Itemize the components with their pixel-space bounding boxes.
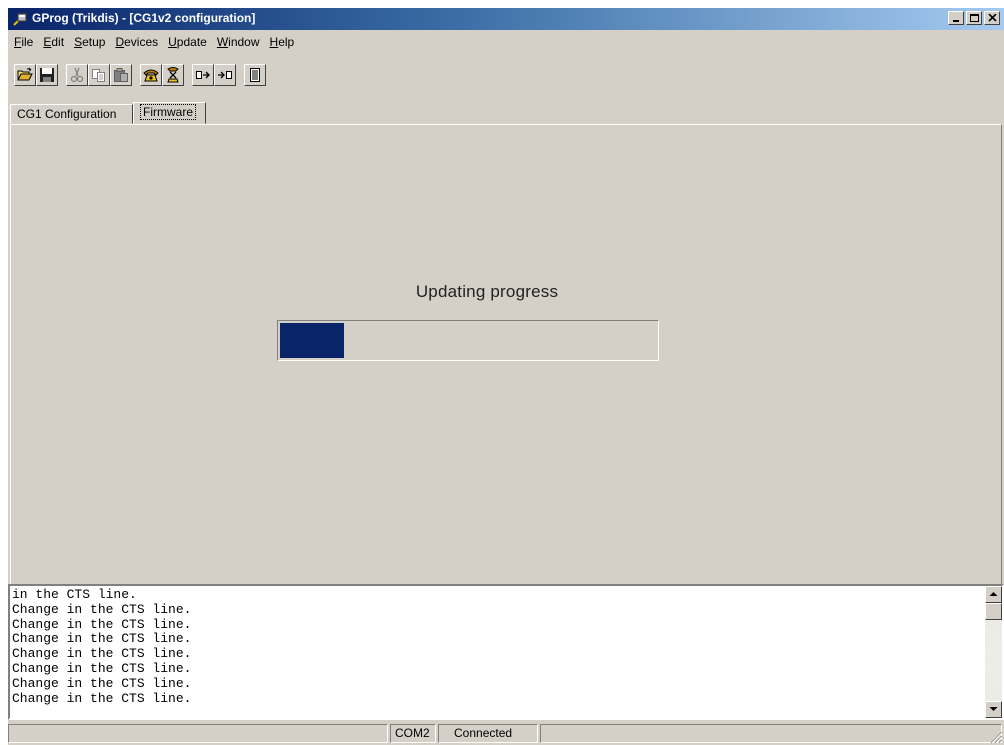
progress-fill: [280, 323, 344, 358]
log-line: Change in the CTS line.: [12, 646, 192, 662]
log-line: Change in the CTS line.: [12, 690, 192, 706]
status-connection: Connected: [438, 724, 538, 743]
tab-label: CG1 Configuration: [17, 107, 117, 121]
read-device-icon: [196, 71, 210, 79]
scroll-down-button[interactable]: [985, 701, 1002, 718]
save-icon: [40, 68, 54, 82]
tab-firmware[interactable]: Firmware: [133, 102, 206, 124]
log-line: Change in the CTS line.: [12, 675, 192, 691]
menu-label-rest: pdate: [176, 35, 207, 49]
log-line: in the CTS line.: [12, 588, 137, 602]
disconnect-button[interactable]: [162, 64, 184, 86]
menu-label-rest: etup: [82, 35, 106, 49]
progress-label: Updating progress: [415, 282, 559, 301]
status-pane-extra: [540, 724, 1002, 743]
log-lines: in the CTS line. Change in the CTS line. C…: [12, 588, 982, 718]
status-pane-main: [8, 724, 388, 743]
menu-label-rest: elp: [278, 35, 295, 49]
read-device-button[interactable]: [192, 64, 214, 86]
maximize-button[interactable]: [966, 11, 982, 25]
tab-cg1-configuration[interactable]: CG1 Configuration: [10, 104, 133, 124]
menu-devices[interactable]: Devices: [110, 32, 163, 52]
app-window: GProg (Trikdis) - [CG1v2 configuration] …: [8, 8, 1004, 745]
save-button[interactable]: [36, 64, 58, 86]
cut-icon: [70, 67, 84, 83]
menu-update[interactable]: Update: [163, 32, 212, 52]
arrow-up-icon: [989, 592, 998, 596]
cut-button[interactable]: [66, 64, 88, 86]
menu-accel: H: [269, 35, 279, 49]
open-folder-icon: [17, 67, 33, 81]
status-bar: COM2 Connected: [8, 722, 1004, 745]
write-device-icon: [218, 71, 232, 79]
firmware-page: Updating progress: [10, 124, 1002, 585]
connect-phone-icon: [143, 69, 159, 82]
menu-window[interactable]: Window: [212, 32, 265, 52]
resize-grip-icon[interactable]: [989, 730, 1003, 744]
menu-file[interactable]: File: [8, 32, 38, 52]
window-title: GProg (Trikdis) - [CG1v2 configuration]: [32, 11, 256, 25]
paste-button[interactable]: [110, 64, 132, 86]
minimize-icon: [953, 20, 959, 22]
log-line: Change in the CTS line.: [12, 601, 192, 617]
close-icon: [988, 14, 997, 22]
log-icon: [250, 68, 260, 82]
menu-label-rest: ile: [21, 35, 34, 49]
menu-label-rest: dit: [51, 35, 65, 49]
scroll-thumb[interactable]: [985, 603, 1002, 620]
log-line: Change in the CTS line.: [12, 660, 192, 676]
menu-label-rest: indow: [228, 35, 260, 49]
menu-accel: S: [74, 35, 83, 49]
log-line: Change in the CTS line.: [12, 631, 192, 647]
minimize-button[interactable]: [948, 11, 964, 25]
maximize-icon: [970, 14, 979, 22]
log-scrollbar[interactable]: [985, 586, 1002, 718]
disconnect-icon: [167, 67, 179, 83]
progress-bar: [277, 320, 659, 361]
write-device-button[interactable]: [214, 64, 236, 86]
tab-label: Firmware: [140, 104, 196, 120]
connect-button[interactable]: [140, 64, 162, 86]
status-port: COM2: [390, 724, 436, 743]
close-button[interactable]: [984, 11, 1000, 25]
scroll-up-button[interactable]: [985, 586, 1002, 603]
tab-strip: CG1 Configuration Firmware: [8, 102, 1004, 124]
app-icon: [13, 12, 27, 26]
copy-button[interactable]: [88, 64, 110, 86]
arrow-down-icon: [989, 707, 998, 711]
menu-setup[interactable]: Setup: [69, 32, 110, 52]
menu-accel: U: [168, 35, 177, 49]
menu-label-rest: evices: [124, 35, 159, 49]
log-textarea[interactable]: in the CTS line. Change in the CTS line. C…: [8, 584, 1004, 720]
menu-help[interactable]: Help: [265, 32, 300, 52]
log-line: Change in the CTS line.: [12, 616, 192, 632]
copy-icon: [92, 69, 105, 82]
open-button[interactable]: [14, 64, 36, 86]
title-bar[interactable]: GProg (Trikdis) - [CG1v2 configuration]: [8, 8, 1004, 30]
progress-label-row: Updating progress: [11, 282, 1001, 302]
log-button[interactable]: [244, 64, 266, 86]
menu-accel: D: [115, 35, 125, 49]
paste-icon: [114, 68, 128, 82]
menu-bar: File Edit Setup Devices Update Window Help: [8, 32, 1004, 52]
menu-edit[interactable]: Edit: [38, 32, 69, 52]
menu-accel: W: [216, 35, 229, 49]
